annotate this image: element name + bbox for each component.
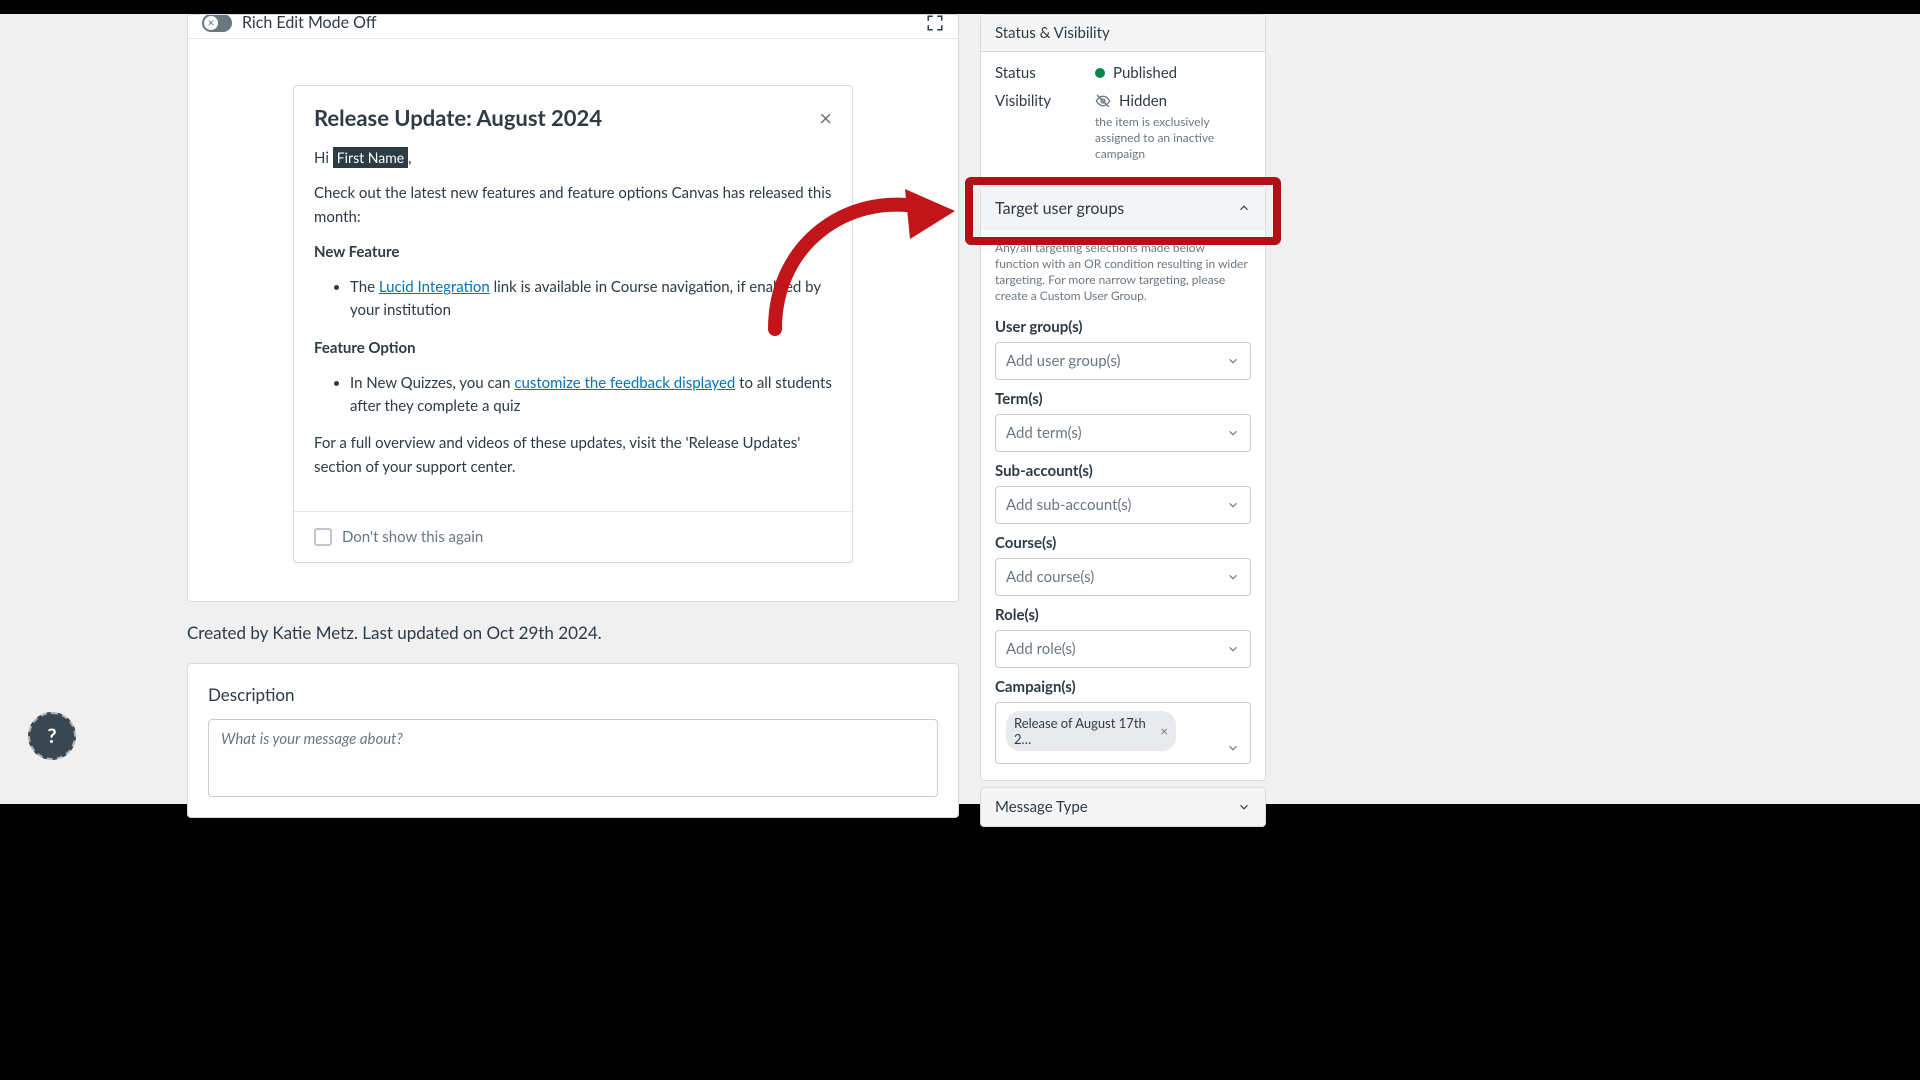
remove-chip-icon[interactable]: × [1160,723,1168,739]
user-groups-combo[interactable]: Add user group(s) [995,342,1251,380]
panel-title: Status & Visibility [995,24,1110,42]
rich-edit-toggle[interactable]: Rich Edit Mode Off [202,14,377,32]
target-user-groups-panel: Target user groups Any/all targeting sel… [980,186,1266,782]
dialog-title: Release Update: August 2024 [314,104,602,131]
chevron-down-icon [1226,498,1240,512]
description-card: Description [187,663,959,818]
chevron-down-icon [1226,570,1240,584]
terms-combo[interactable]: Add term(s) [995,414,1251,452]
dialog-intro: Check out the latest new features and fe… [314,182,832,229]
status-visibility-panel: Status & Visibility Status Published Vis… [980,14,1266,180]
targets-title: Target user groups [995,199,1124,218]
description-textarea[interactable] [208,719,938,797]
lucid-integration-link[interactable]: Lucid Integration [379,278,490,296]
customize-feedback-link[interactable]: customize the feedback displayed [514,374,735,392]
campaign-chip-label: Release of August 17th 2… [1014,715,1154,747]
courses-label: Course(s) [995,534,1251,552]
status-visibility-header[interactable]: Status & Visibility [981,15,1265,52]
eye-off-icon [1095,93,1111,109]
merge-token[interactable]: First Name [333,147,408,168]
rich-edit-label: Rich Edit Mode Off [242,14,377,32]
campaign-chip[interactable]: Release of August 17th 2… × [1006,711,1176,751]
subaccounts-label: Sub-account(s) [995,462,1251,480]
terms-label: Term(s) [995,390,1251,408]
created-updated-text: Created by Katie Metz. Last updated on O… [187,622,959,643]
dialog-greeting: Hi First Name, [314,147,832,170]
fo-prefix: In New Quizzes, you can [350,374,510,392]
feature-option-heading: Feature Option [314,339,416,357]
editor-toolbar: Rich Edit Mode Off [188,15,958,39]
description-label: Description [208,684,938,705]
status-label: Status [995,64,1095,82]
toggle-off-icon [202,14,232,32]
dont-show-checkbox[interactable] [314,528,332,546]
roles-label: Role(s) [995,606,1251,624]
chevron-down-icon [1226,354,1240,368]
roles-combo[interactable]: Add role(s) [995,630,1251,668]
visibility-label: Visibility [995,92,1095,110]
chevron-down-icon [1226,642,1240,656]
editor-body: Release Update: August 2024 × Hi First N… [188,39,958,601]
chevron-down-icon [1237,800,1251,814]
user-groups-placeholder: Add user group(s) [1006,352,1121,370]
chevron-up-icon [1237,201,1251,215]
courses-combo[interactable]: Add course(s) [995,558,1251,596]
help-icon: ? [47,724,56,748]
release-dialog: Release Update: August 2024 × Hi First N… [293,85,853,563]
terms-placeholder: Add term(s) [1006,424,1082,442]
fullscreen-icon[interactable] [926,14,944,32]
feature-option-item: In New Quizzes, you can customize the fe… [350,372,832,419]
subaccounts-combo[interactable]: Add sub-account(s) [995,486,1251,524]
roles-placeholder: Add role(s) [1006,640,1076,658]
greeting-suffix: , [408,149,411,167]
courses-placeholder: Add course(s) [1006,568,1094,586]
chevron-down-icon [1226,741,1240,755]
editor-card: Rich Edit Mode Off Release Update: Augus… [187,14,959,602]
dialog-closing: For a full overview and videos of these … [314,432,832,479]
message-type-title: Message Type [995,798,1088,816]
help-button[interactable]: ? [28,712,76,760]
new-feature-item: The Lucid Integration link is available … [350,276,832,323]
new-feature-heading: New Feature [314,243,399,261]
greeting-prefix: Hi [314,149,329,167]
message-type-header[interactable]: Message Type [980,787,1266,827]
status-dot-icon [1095,68,1105,78]
targets-note: Any/all targeting selections made below … [995,240,1251,305]
campaigns-combo[interactable]: Release of August 17th 2… × [995,702,1251,764]
chevron-down-icon [1226,426,1240,440]
dont-show-label: Don't show this again [342,528,483,546]
status-value: Published [1113,64,1177,82]
close-icon[interactable]: × [819,107,832,129]
subaccounts-placeholder: Add sub-account(s) [1006,496,1131,514]
visibility-value: Hidden [1119,92,1167,110]
nf-prefix: The [350,278,375,296]
visibility-note: the item is exclusively assigned to an i… [1095,114,1251,163]
campaigns-label: Campaign(s) [995,678,1251,696]
target-user-groups-header[interactable]: Target user groups [981,187,1265,230]
user-groups-label: User group(s) [995,318,1251,336]
